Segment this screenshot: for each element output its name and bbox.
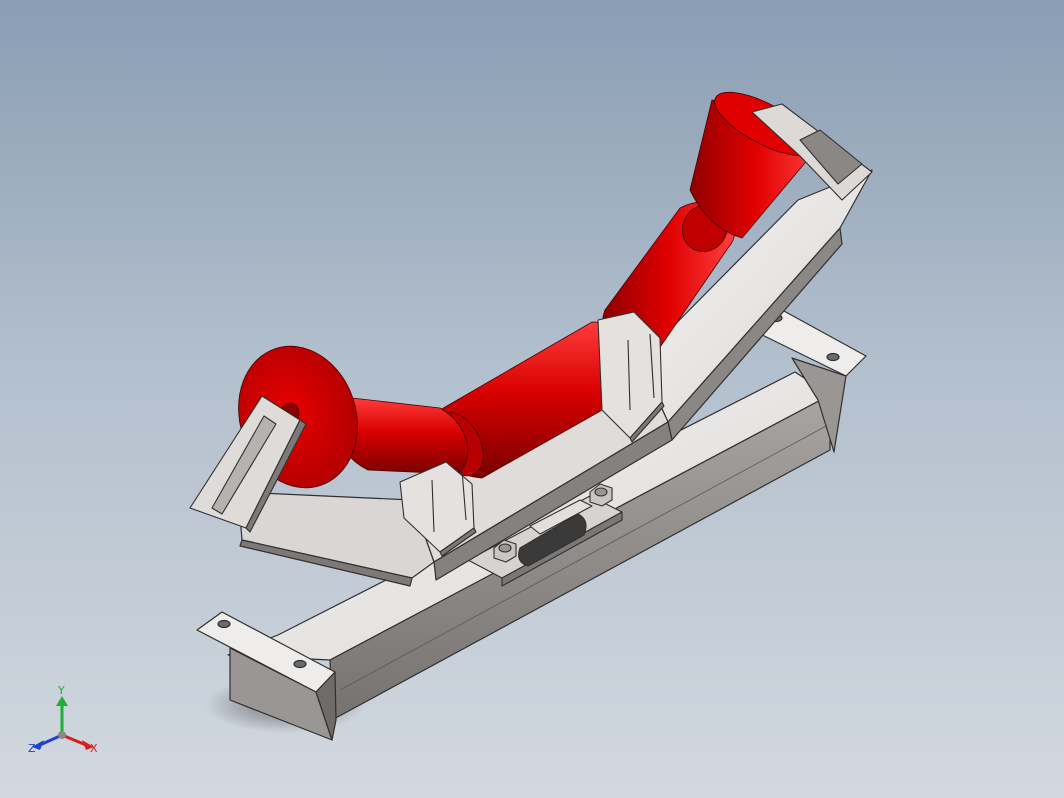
- 3d-model-view[interactable]: [0, 0, 1064, 798]
- graphics-viewport[interactable]: Y X Z: [0, 0, 1064, 798]
- left-bracket-bolt-hole-1: [217, 619, 231, 629]
- left-bracket-bolt-hole-2: [293, 659, 307, 669]
- right-bracket-bolt-hole-2: [826, 352, 840, 362]
